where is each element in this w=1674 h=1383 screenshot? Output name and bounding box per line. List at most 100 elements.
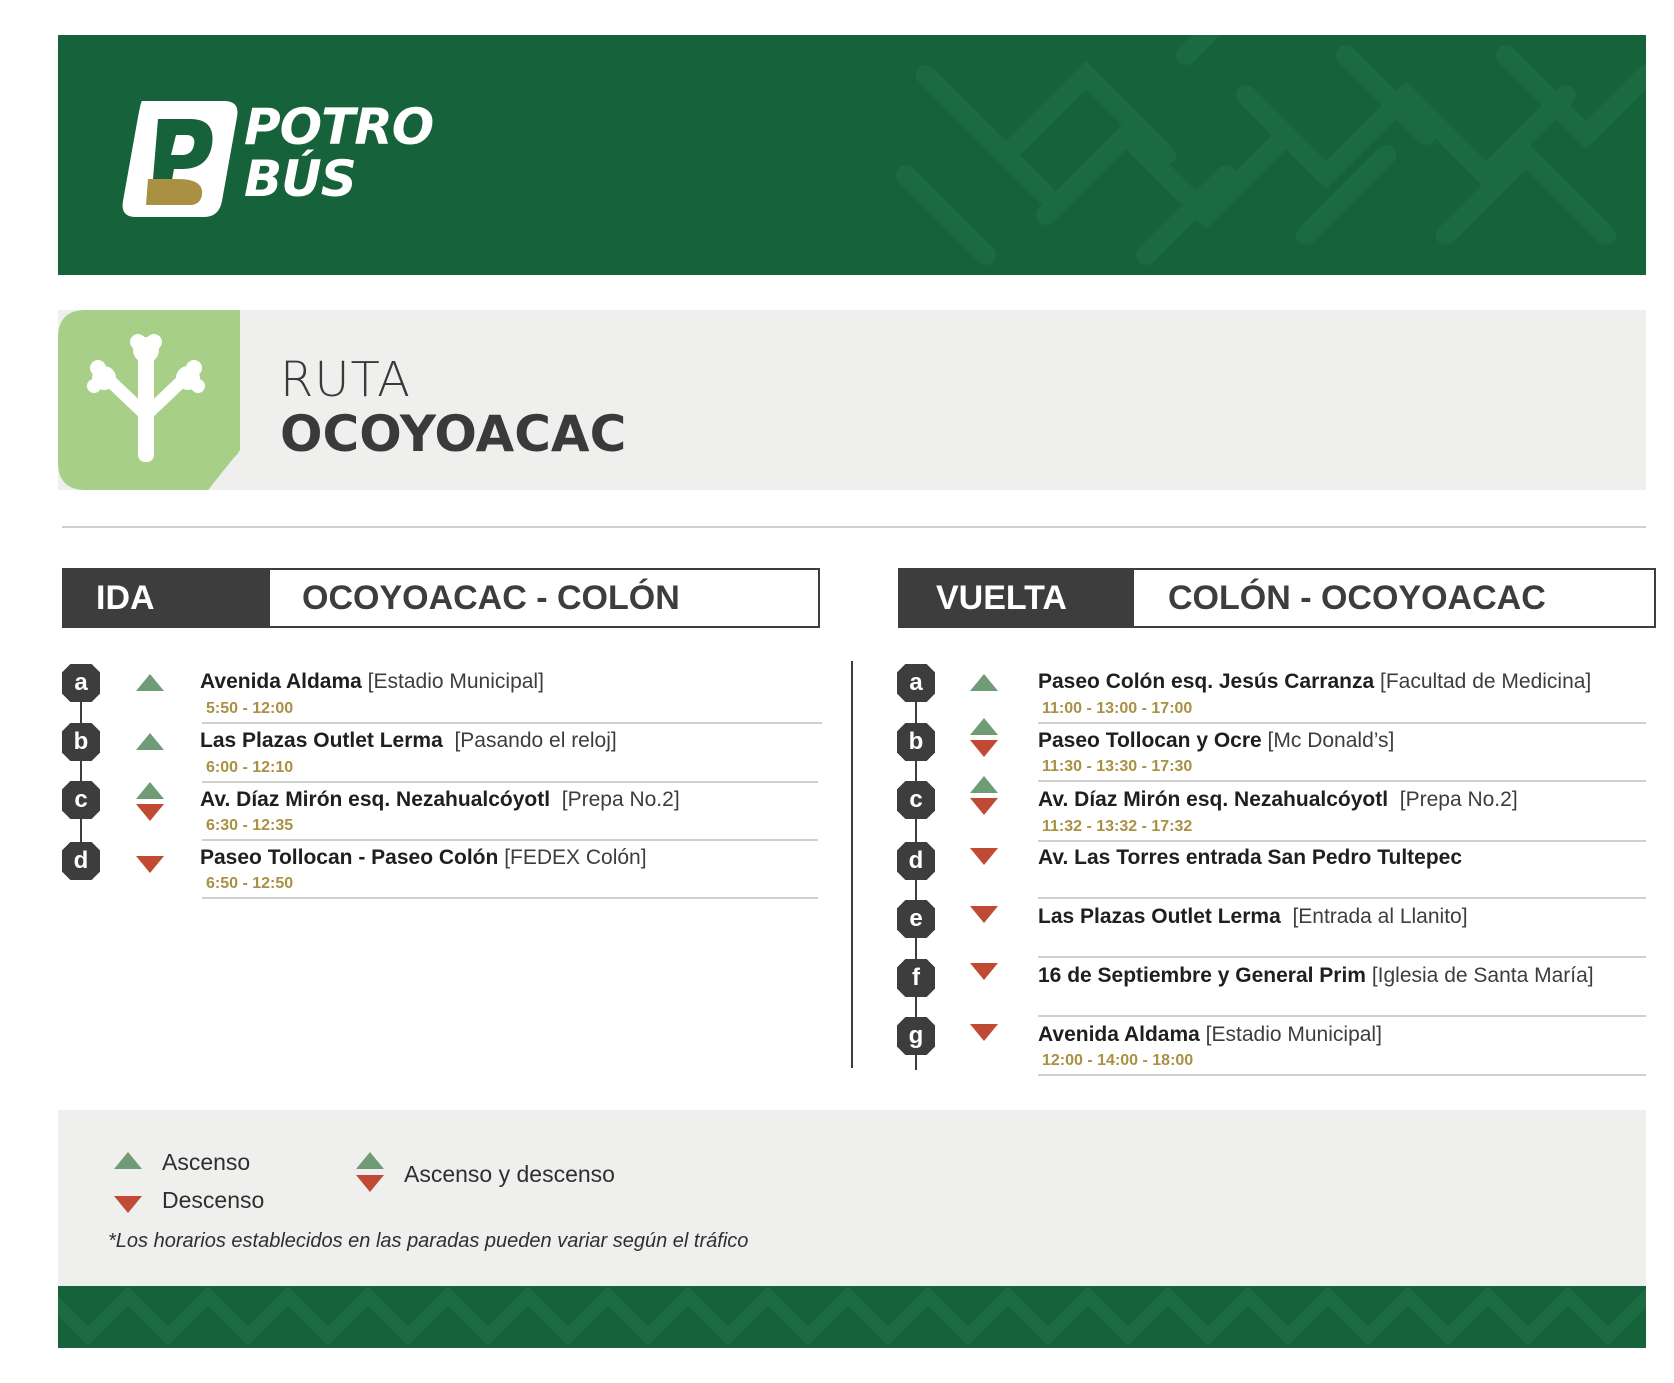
stop-name: Paseo Tollocan - Paseo Colón (200, 846, 499, 869)
legend-ascenso: Ascenso (162, 1149, 251, 1175)
section-divider (62, 526, 1646, 528)
ida-timeline (80, 690, 82, 850)
vuelta-stop-g: Avenida Aldama [Estadio Municipal] (1038, 1023, 1382, 1047)
ida-stop-b: Las Plazas Outlet Lerma [Pasando el relo… (200, 729, 617, 753)
vuelta-title: COLÓN - OCOYOACAC (1168, 578, 1546, 617)
ascenso-icon (970, 718, 998, 735)
footer-pattern (58, 1286, 1646, 1346)
ascenso-icon (970, 776, 998, 793)
stop-name: 16 de Septiembre y General Prim (1038, 964, 1366, 987)
stop-note: [Prepa No.2] (561, 788, 680, 811)
stop-name: Av. Díaz Mirón esq. Nezahualcóyotl (200, 788, 551, 811)
stop-note: [Mc Donald’s] (1267, 729, 1395, 752)
descenso-icon (114, 1196, 142, 1213)
legend-ambos: Ascenso y descenso (404, 1161, 615, 1187)
ascenso-icon (356, 1152, 384, 1169)
stop-name: Av. Díaz Mirón esq. Nezahualcóyotl (1038, 788, 1389, 811)
vuelta-stop-e: Las Plazas Outlet Lerma [Entrada al Llan… (1038, 905, 1468, 929)
stop-badge-b: b (62, 723, 100, 761)
stop-note: [Estadio Municipal] (367, 670, 544, 693)
ida-stop-a: Avenida Aldama [Estadio Municipal] (200, 670, 544, 694)
stop-note: [Prepa No.2] (1399, 788, 1518, 811)
vuelta-stop-b: Paseo Tollocan y Ocre [Mc Donald’s] (1038, 729, 1394, 753)
vuelta-header: VUELTA COLÓN - OCOYOACAC (898, 568, 1656, 628)
stop-separator (1038, 956, 1646, 958)
route-title-bar: RUTA OCOYOACAC (58, 310, 1646, 490)
ida-title: OCOYOACAC - COLÓN (302, 578, 680, 617)
ascenso-icon (136, 674, 164, 691)
legend-footnote: *Los horarios establecidos en las parada… (108, 1230, 749, 1252)
descenso-icon (970, 798, 998, 815)
descenso-icon (136, 856, 164, 873)
stop-name: Avenida Aldama (1038, 1023, 1200, 1046)
stop-separator (1038, 1074, 1646, 1076)
stop-separator (1038, 1015, 1646, 1017)
stop-badge-g: g (897, 1017, 935, 1055)
descenso-icon (970, 963, 998, 980)
stop-badge-a: a (62, 664, 100, 702)
descenso-icon (136, 804, 164, 821)
descenso-icon (970, 906, 998, 923)
vuelta-label: VUELTA (900, 570, 1134, 626)
column-divider (851, 661, 853, 1068)
logo-text-line1: POTRO (244, 98, 434, 156)
tree-icon (58, 310, 240, 490)
stop-separator (202, 722, 822, 724)
stop-time: 11:00 - 13:00 - 17:00 (1042, 700, 1193, 717)
stop-name: Las Plazas Outlet Lerma (1038, 905, 1281, 928)
stop-time: 6:30 - 12:35 (206, 817, 294, 834)
stop-separator (202, 897, 818, 899)
stop-badge-d: d (897, 842, 935, 880)
stop-badge-b: b (897, 723, 935, 761)
stop-name: Paseo Tollocan y Ocre (1038, 729, 1262, 752)
stop-separator (1038, 897, 1646, 899)
stop-note: [Estadio Municipal] (1205, 1023, 1382, 1046)
logo-text: POTRO BÚS (244, 98, 434, 208)
stop-badge-c: c (62, 781, 100, 819)
stop-name: Av. Las Torres entrada San Pedro Tultepe… (1038, 846, 1463, 869)
ascenso-icon (136, 733, 164, 750)
descenso-icon (970, 848, 998, 865)
stop-time: 6:00 - 12:10 (206, 759, 294, 776)
ida-stop-c: Av. Díaz Mirón esq. Nezahualcóyotl [Prep… (200, 788, 680, 812)
stop-time: 11:32 - 13:32 - 17:32 (1042, 818, 1193, 835)
stop-name: Avenida Aldama (200, 670, 362, 693)
stop-badge-d: d (62, 842, 100, 880)
stop-time: 6:50 - 12:50 (206, 875, 294, 892)
descenso-icon (356, 1175, 384, 1192)
stop-badge-c: c (897, 781, 935, 819)
stop-name: Las Plazas Outlet Lerma (200, 729, 443, 752)
logo-text-line2: BÚS (244, 150, 357, 208)
ascenso-icon (970, 674, 998, 691)
vuelta-stop-f: 16 de Septiembre y General Prim [Iglesia… (1038, 964, 1594, 988)
stop-time: 12:00 - 14:00 - 18:00 (1042, 1052, 1194, 1069)
stop-separator (202, 781, 818, 783)
potrobus-logo (122, 101, 238, 217)
stop-note: [Entrada al Llanito] (1292, 905, 1468, 928)
legend-descenso: Descenso (162, 1187, 265, 1213)
stop-note: [Iglesia de Santa María] (1371, 964, 1594, 987)
vuelta-stop-a: Paseo Colón esq. Jesús Carranza [Faculta… (1038, 670, 1591, 694)
vuelta-stop-d: Av. Las Torres entrada San Pedro Tultepe… (1038, 846, 1462, 870)
route-name: OCOYOACAC (280, 405, 627, 463)
ida-stop-d: Paseo Tollocan - Paseo Colón [FEDEX Coló… (200, 846, 647, 870)
vuelta-stop-c: Av. Díaz Mirón esq. Nezahualcóyotl [Prep… (1038, 788, 1518, 812)
header-banner: POTRO BÚS (58, 35, 1646, 275)
stop-note: [FEDEX Colón] (504, 846, 647, 869)
stop-separator (202, 839, 818, 841)
ida-label: IDA (64, 570, 270, 626)
maze-pattern (896, 35, 1646, 265)
descenso-icon (970, 740, 998, 757)
stop-note: [Pasando el reloj] (454, 729, 617, 752)
ida-header: IDA OCOYOACAC - COLÓN (62, 568, 820, 628)
stop-badge-f: f (897, 959, 935, 997)
stop-separator (1038, 722, 1646, 724)
stop-name: Paseo Colón esq. Jesús Carranza (1038, 670, 1375, 693)
stop-separator (1038, 780, 1646, 782)
stop-note: [Facultad de Medicina] (1379, 670, 1592, 693)
stop-time: 5:50 - 12:00 (206, 700, 294, 717)
footer-band (58, 1286, 1646, 1348)
legend-panel: Ascenso Descenso Ascenso y descenso *Los… (58, 1110, 1646, 1286)
ascenso-icon (114, 1152, 142, 1169)
stop-time: 11:30 - 13:30 - 17:30 (1042, 758, 1193, 775)
